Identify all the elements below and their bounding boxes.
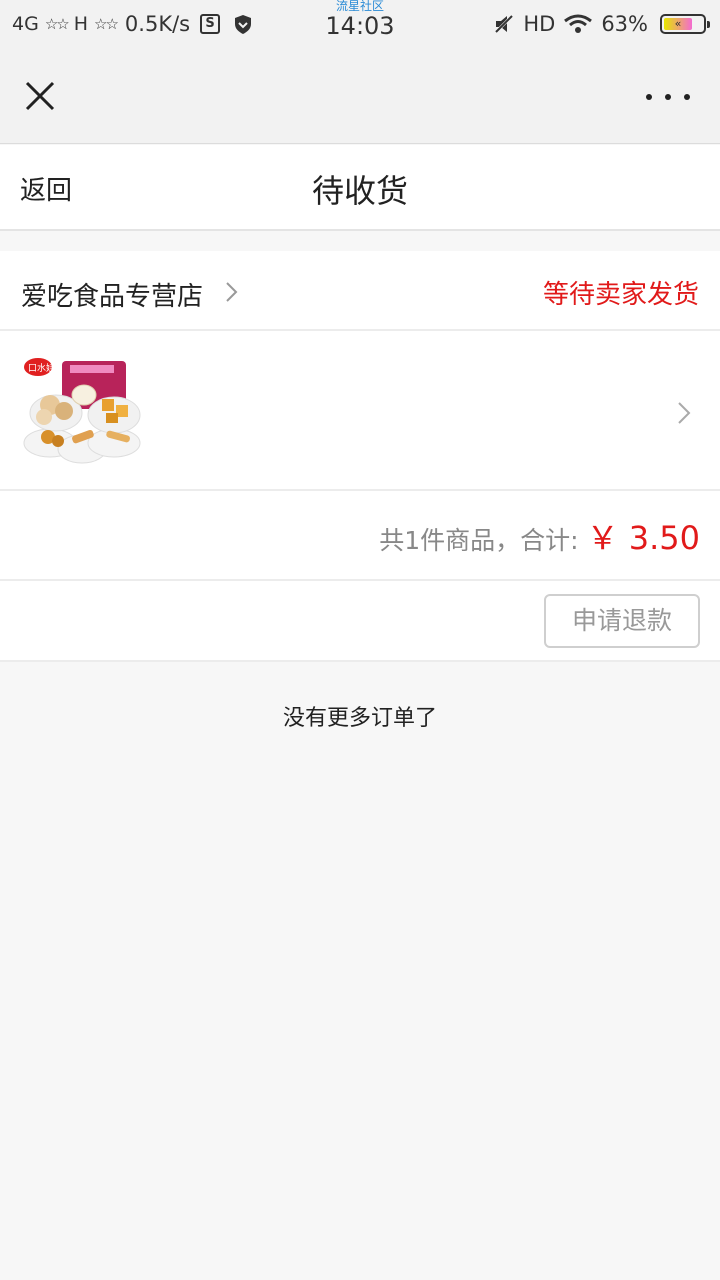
more-dot	[646, 94, 652, 100]
order-status: 等待卖家发货	[542, 280, 699, 310]
more-dot	[665, 94, 671, 100]
chevron-right-icon[interactable]	[676, 400, 692, 426]
svg-text:口水娃: 口水娃	[28, 362, 55, 374]
status-bar-right: HD 63% «	[493, 12, 710, 36]
webview-top-bar	[0, 52, 720, 144]
product-thumbnail[interactable]: 口水娃	[20, 355, 144, 467]
summary-label: 共1件商品，合计:	[379, 526, 579, 555]
product-row[interactable]: 口水娃	[0, 331, 720, 491]
status-bar: 4G ☆☆ H ☆☆ 0.5K/s S 流星社区 14:03 HD 63% «	[0, 0, 720, 52]
battery-icon: «	[660, 14, 710, 34]
battery-percent: 63%	[601, 12, 648, 36]
page-header: 返回 待收货	[0, 145, 720, 231]
order-action-row: 申请退款	[0, 581, 720, 662]
no-more-orders-text: 没有更多订单了	[282, 706, 437, 731]
apply-refund-button[interactable]: 申请退款	[544, 594, 700, 648]
page-title: 待收货	[311, 172, 408, 210]
shop-name[interactable]: 爱吃食品专营店	[21, 276, 203, 313]
total-price: ￥ 3.50	[586, 519, 700, 557]
battery-fill: «	[664, 18, 692, 30]
more-dot	[684, 94, 690, 100]
wifi-icon	[564, 14, 593, 33]
order-summary-row: 共1件商品，合计: ￥ 3.50	[0, 491, 720, 581]
shop-row[interactable]: 爱吃食品专营店 等待卖家发货	[0, 251, 720, 331]
order-summary: 共1件商品，合计: ￥ 3.50	[379, 513, 700, 559]
close-icon[interactable]	[20, 76, 60, 116]
more-icon[interactable]	[646, 82, 690, 112]
mute-icon	[494, 13, 515, 35]
chevron-right-icon	[226, 282, 238, 302]
hd-indicator: HD	[523, 12, 556, 36]
order-card: 爱吃食品专营店 等待卖家发货 口水娃 共1件商品，合计: ￥ 3.50 申请退款	[0, 251, 720, 662]
